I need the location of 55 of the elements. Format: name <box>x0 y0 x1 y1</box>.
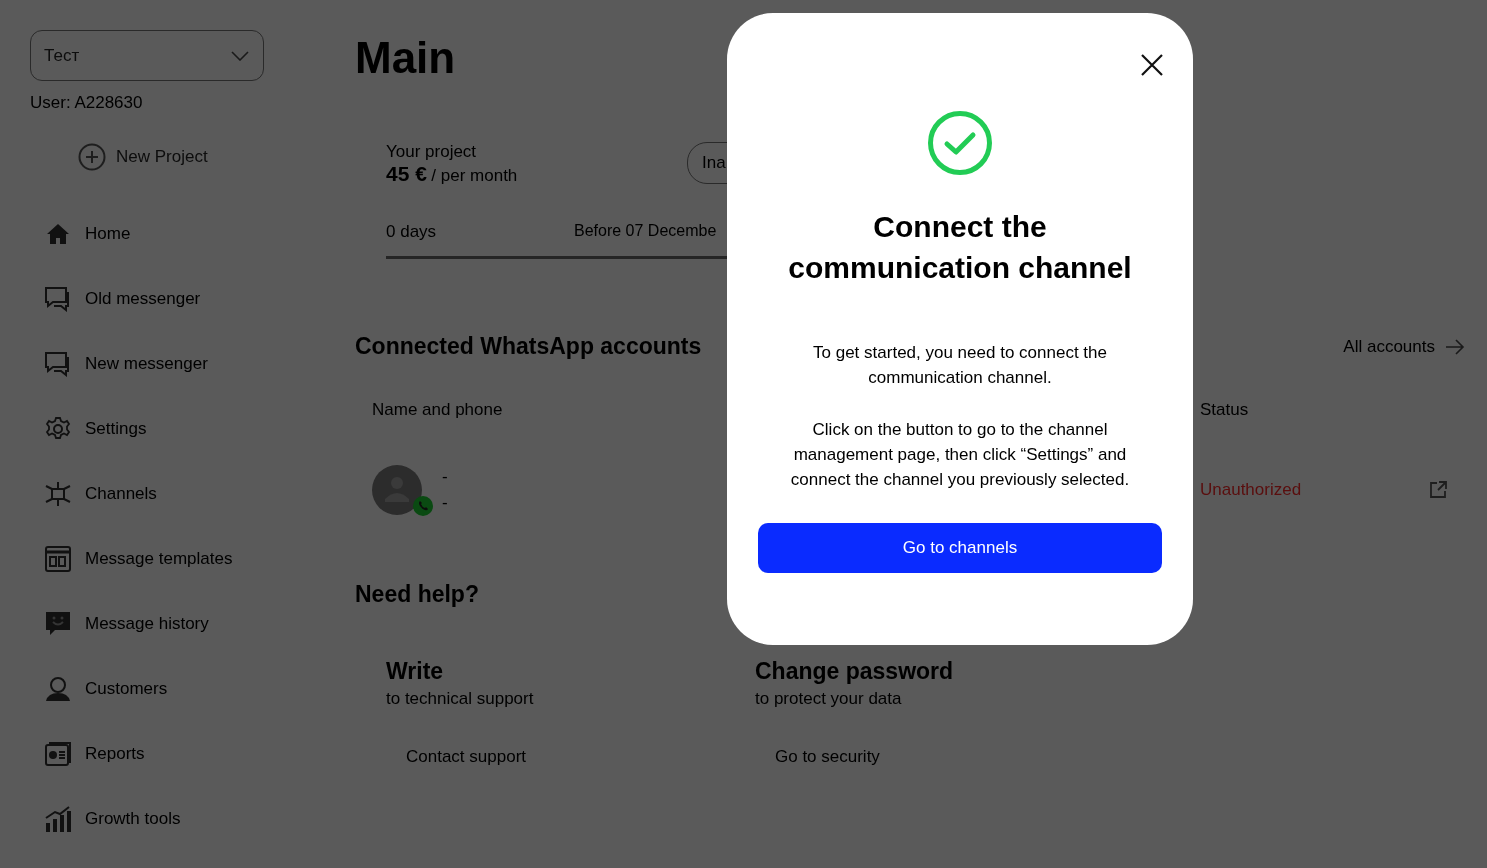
arrow-right-icon <box>1445 338 1465 355</box>
sidebar-item[interactable]: Growth tools <box>45 806 355 832</box>
sidebar-item[interactable]: Customers <box>45 676 355 702</box>
column-header: Name and phone <box>372 400 503 420</box>
sidebar-item[interactable]: Home <box>45 221 355 247</box>
user-id: User: A228630 <box>30 93 144 113</box>
smiley-message-icon <box>45 611 71 637</box>
help-card-title: Write <box>386 658 445 685</box>
chat-phone-badge-icon <box>412 495 434 517</box>
section-title: Need help? <box>355 581 479 608</box>
avatar-silhouette <box>372 465 422 515</box>
bar-chart-icon <box>45 806 71 832</box>
days-left: 0 days <box>386 222 438 242</box>
plus-circle-icon <box>78 143 106 171</box>
person-icon <box>45 676 71 702</box>
new-project-button[interactable]: New Project <box>78 143 208 171</box>
help-card-title: Change password <box>755 658 955 685</box>
expiry-date: Before 07 Decembe <box>574 222 717 241</box>
modal-text: To get started, you need to connect the communication channel. <box>812 342 1108 389</box>
column-header: Status <box>1200 400 1249 420</box>
price: 45 € <box>386 162 427 185</box>
modal-title: Connect the communication channel <box>787 209 1133 286</box>
chat-bubbles-icon <box>45 351 71 377</box>
help-link[interactable]: Go to security <box>775 747 880 767</box>
sidebar-item[interactable]: Message templates <box>45 546 355 572</box>
sidebar-item[interactable]: Message history <box>45 611 355 637</box>
sidebar-item[interactable]: Channels <box>45 481 355 507</box>
account-phone: - <box>442 493 448 513</box>
template-icon <box>45 546 71 572</box>
account-name: - <box>442 467 448 487</box>
project-select[interactable]: Тест <box>30 30 264 81</box>
price-period: / per month <box>431 166 518 185</box>
check-circle-icon <box>927 110 993 176</box>
help-card-subtitle: to protect your data <box>755 689 903 709</box>
status-text: Unauthorized <box>1200 480 1302 500</box>
project-label: Your project <box>386 142 478 162</box>
page-title: Main <box>355 32 456 84</box>
sidebar-item[interactable]: Settings <box>45 416 355 442</box>
external-link-icon[interactable] <box>1429 481 1447 499</box>
help-link[interactable]: Contact support <box>406 747 526 767</box>
go-to-channels-button[interactable]: Go to channels <box>758 523 1162 573</box>
chevron-down-icon <box>231 50 249 61</box>
modal-text: Click on the button to go to the channel management page, then click “Settings” and connect the channel you previously selected. <box>789 419 1131 491</box>
settings-icon <box>45 416 71 442</box>
sidebar-item[interactable]: Old messenger <box>45 286 355 312</box>
network-icon <box>45 481 71 507</box>
section-title: Connected WhatsApp accounts <box>355 333 702 360</box>
report-icon <box>45 741 71 767</box>
help-card-subtitle: to technical support <box>386 689 535 709</box>
home-icon <box>45 223 71 245</box>
all-accounts-link[interactable]: All accounts <box>1343 336 1465 357</box>
sidebar-item[interactable]: Reports <box>45 741 355 767</box>
chat-bubbles-icon <box>45 286 71 312</box>
close-icon[interactable] <box>1141 54 1163 76</box>
sidebar-item[interactable]: New messenger <box>45 351 355 377</box>
